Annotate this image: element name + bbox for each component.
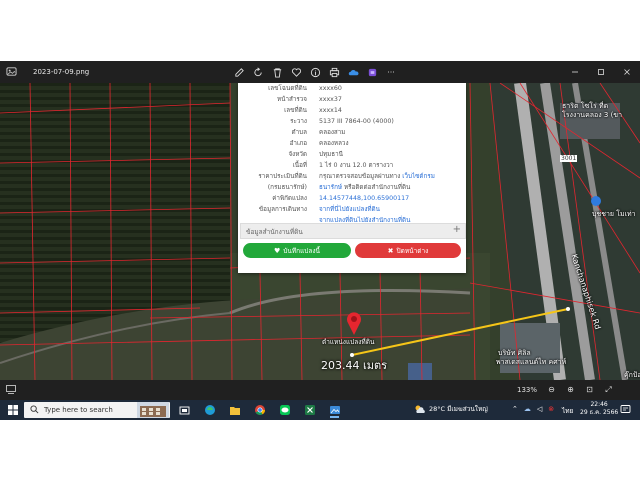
heart-icon: ♥ (274, 246, 281, 255)
clipchamp-icon[interactable] (365, 65, 379, 79)
maximize-button[interactable] (588, 61, 614, 83)
info-row-map-sheet: ระวาง 5137 III 7864-00 (4000) (290, 118, 394, 125)
info-row-price-dept: (กรมธนารักษ์) ธนารักษ์ หรือติดต่อสำนักงาน… (267, 184, 411, 191)
close-x-icon: ✖ (387, 246, 394, 255)
language-indicator[interactable]: ไทย (562, 406, 573, 416)
treasury-link[interactable]: ธนารักษ์ (319, 184, 342, 191)
minimize-icon (572, 71, 578, 73)
parcel-info-popup: เลขโฉนดที่ดิน xxxx60 หน้าสำรวจ xxxx37 เลขท… (238, 83, 466, 273)
info-row-deed: เลขโฉนดที่ดิน xxxx60 (268, 85, 342, 92)
tray-up-icon[interactable]: ⌃ (512, 405, 518, 413)
map-view[interactable]: เลขโฉนดที่ดิน xxxx60 หน้าสำรวจ xxxx37 เลขท… (0, 83, 640, 380)
edit-icon[interactable] (232, 65, 246, 79)
info-row-area: เนื้อที่ 1 ไร่ 0 งาน 12.0 ตารางวา (292, 162, 394, 169)
zoom-level[interactable]: 133% (517, 386, 537, 394)
fit-icon[interactable]: ⊡ (585, 385, 594, 394)
delete-icon[interactable] (270, 65, 284, 79)
info-row-province: จังหวัด ปทุมธานี (288, 151, 343, 158)
info-row-subdistrict: ตำบล คลองสาม (291, 129, 346, 136)
maximize-icon (598, 69, 604, 75)
treasury-website-link[interactable]: เว็บไซต์กรม (402, 173, 435, 180)
close-window-button[interactable]: ✖ ปิดหน้าต่าง (355, 243, 461, 258)
filmstrip-icon[interactable] (6, 385, 16, 394)
poi-label-top2: โรงงานคลอง 3 (ขา (562, 111, 623, 119)
file-explorer-icon[interactable] (226, 402, 243, 418)
poi-label-bottom2: พาสเดสแลนด์ไท คศาห์ (496, 358, 567, 366)
market-label: บุชชาย โมเท่า (592, 210, 636, 218)
zoom-in-icon[interactable]: ⊕ (566, 385, 575, 394)
info-row-price: ราคาประเมินที่ดิน กรุณาตรวจสอบข้อมูลผ่านท… (258, 173, 435, 180)
close-button[interactable] (614, 61, 640, 83)
cloud-sun-icon (415, 405, 425, 413)
pin-label: ตำแหน่งแปลงที่ดิน (322, 338, 375, 346)
search-highlight-image (137, 402, 169, 418)
search-icon (30, 405, 39, 414)
clock[interactable]: 22:46 29 ธ.ค. 2566 (580, 401, 618, 417)
info-row-district: อำเภอ คลองหลวง (289, 140, 349, 147)
poi-label-bottom3: คุ๊กป้อ (624, 371, 640, 379)
chrome-icon[interactable] (251, 402, 268, 418)
system-tray: ⌃ ☁ ◁ ⊗ (512, 405, 554, 413)
taskbar-search[interactable]: Type here to search (24, 402, 170, 418)
onedrive-icon[interactable] (346, 65, 360, 79)
image-toolbar: ··· (232, 65, 398, 79)
info-icon[interactable] (308, 65, 322, 79)
notification-icon[interactable] (620, 404, 631, 415)
status-bar: 133% ⊖ ⊕ ⊡ ⤢ (0, 380, 640, 400)
print-icon[interactable] (327, 65, 341, 79)
road-shield: 3001 (560, 155, 578, 162)
title-bar: 2023-07-09.png ··· (0, 61, 640, 83)
zoom-controls: ⊖ ⊕ ⊡ ⤢ (547, 385, 613, 395)
distance-label: 203.44 เมตร (321, 359, 388, 372)
photos-app-icon (6, 67, 17, 76)
task-view-icon[interactable] (176, 402, 193, 418)
windows-start-icon[interactable] (8, 405, 18, 415)
coordinates-link[interactable]: 14.14577448,100.65900117 (319, 194, 409, 204)
excel-icon[interactable] (301, 402, 318, 418)
directions-to-parcel-link[interactable]: จากที่นี่ไปยังแปลงที่ดิน (319, 205, 380, 215)
info-row-survey: หน้าสำรวจ xxxx37 (277, 96, 342, 103)
close-icon (624, 69, 630, 75)
minimize-button[interactable] (562, 61, 588, 83)
favorite-icon[interactable] (289, 65, 303, 79)
volume-icon[interactable]: ◁ (537, 405, 542, 413)
window-controls (562, 61, 640, 83)
info-row-coordinates: ค่าพิกัดแปลง 14.14577448,100.65900117 (272, 194, 410, 204)
location-pin-icon[interactable] (345, 310, 363, 336)
info-row-land-no: เลขที่ดิน xxxx14 (284, 107, 342, 114)
tray-cloud-icon[interactable]: ☁ (524, 405, 531, 413)
zoom-out-icon[interactable]: ⊖ (547, 385, 556, 394)
screen: 2023-07-09.png ··· เลขโฉนดที่ดิน xxxx60 … (0, 61, 640, 420)
save-parcel-button[interactable]: ♥ บันทึกแปลงนี้ (243, 243, 351, 258)
edge-icon[interactable] (201, 402, 218, 418)
line-icon[interactable] (276, 402, 293, 418)
file-name: 2023-07-09.png (33, 68, 90, 76)
expand-plus-icon[interactable]: + (453, 224, 461, 235)
rotate-icon[interactable] (251, 65, 265, 79)
land-office-accordion[interactable]: ข้อมูลสำนักงานที่ดิน + (240, 223, 466, 239)
info-row-directions: ข้อมูลการเดินทาง จากที่นี่ไปยังแปลงที่ดิน (258, 205, 380, 215)
photos-icon[interactable] (326, 402, 343, 418)
more-icon[interactable]: ··· (384, 65, 398, 79)
fullscreen-icon[interactable]: ⤢ (604, 385, 613, 394)
network-icon[interactable]: ⊗ (548, 405, 554, 413)
taskbar: Type here to search 28°C มีเมฆส่วนใหญ่ ⌃… (0, 400, 640, 420)
taskbar-apps (176, 402, 343, 418)
